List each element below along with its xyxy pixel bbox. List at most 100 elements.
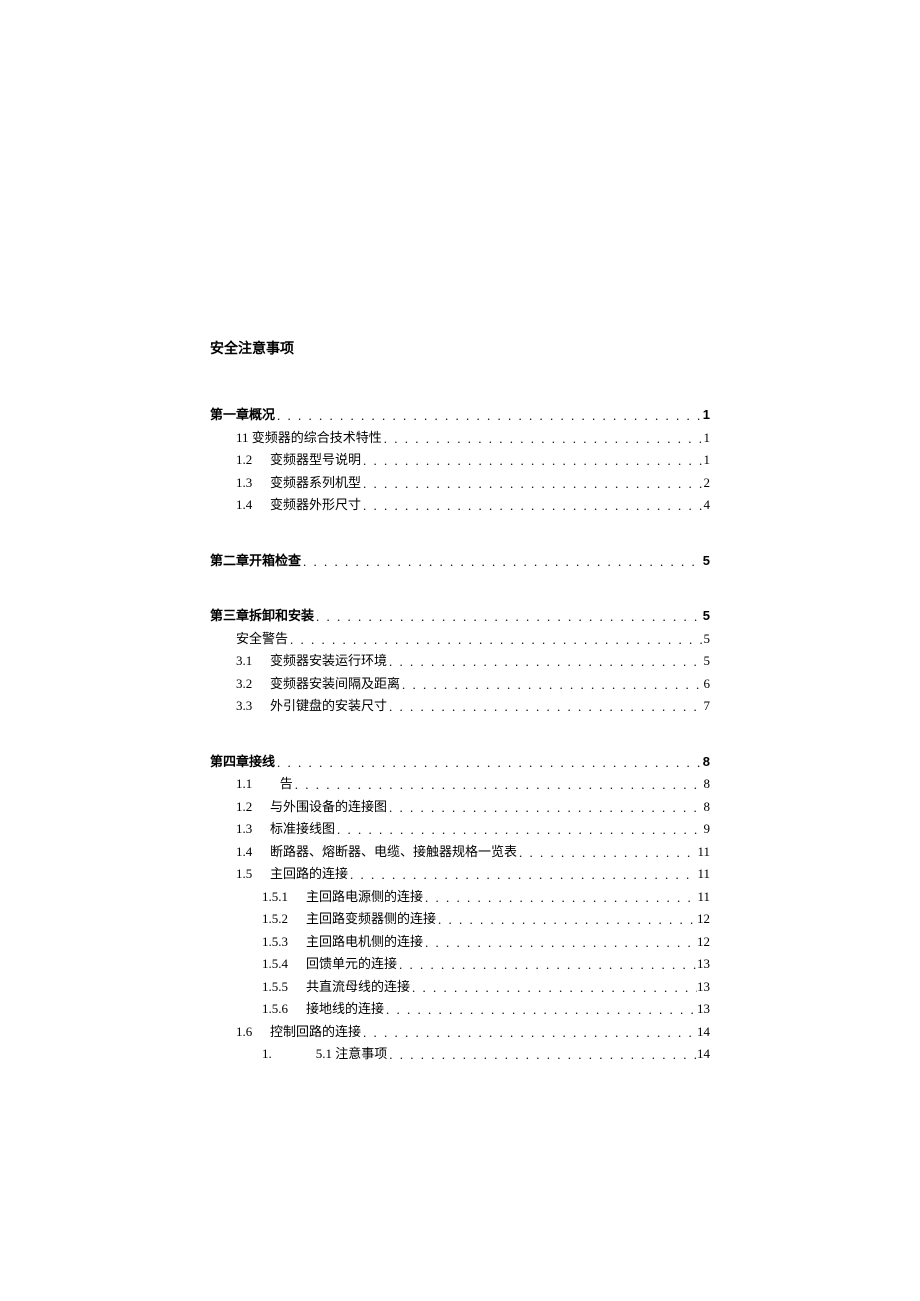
toc-entry-title: 主回路电源侧的连接 [306, 887, 423, 907]
toc-page-number: 8 [703, 752, 710, 772]
toc-page-number: 1 [704, 428, 711, 448]
toc-leader-dots [361, 1023, 697, 1043]
toc-entry: 安全警告 5 [210, 629, 710, 649]
toc-page-number: 11 [697, 842, 710, 862]
toc-entry: 1.5.2主回路变频器侧的连接 12 [210, 909, 710, 929]
toc-entry: 11 变频器的综合技术特性 1 [210, 428, 710, 448]
toc-entry: 1. 5.1 注意事项14 [210, 1044, 710, 1064]
toc-entry-title: 主回路电机侧的连接 [306, 932, 423, 952]
toc-entry-number: 1.5.2 [262, 909, 306, 929]
toc-entry: 3.2变频器安装间隔及距离 6 [210, 674, 710, 694]
toc-page: 安全注意事项 第一章概况111 变频器的综合技术特性11.2变频器型号说明11.… [0, 0, 920, 1300]
toc-entry-number: 1.2 [236, 450, 270, 470]
toc-page-number: 12 [697, 932, 710, 952]
toc-entry-gap [306, 1044, 316, 1064]
toc-entry-title: 变频器安装运行环境 [270, 651, 387, 671]
toc-page-number: 9 [704, 819, 711, 839]
toc-entry: 3.1变频器安装运行环境5 [210, 651, 710, 671]
toc-entry-title: 接地线的连接 [306, 999, 384, 1019]
toc-leader-dots [387, 1045, 697, 1065]
toc-leader-dots [436, 910, 697, 930]
toc-entry-title: 变频器型号说明 [270, 450, 361, 470]
toc-leader-dots [335, 820, 703, 840]
toc-entry: 1.5.4回馈单元的连接13 [210, 954, 710, 974]
toc-entry-title: 安全警告 [236, 629, 288, 649]
toc-entry-title: 变频器外形尺寸 [270, 495, 361, 515]
toc-chapter: 第二章开箱检查5 [210, 551, 710, 571]
toc-chapter: 第三章拆卸和安装5安全警告53.1变频器安装运行环境53.2变频器安装间隔及距离… [210, 606, 710, 716]
toc-entry-number: 1.2 [236, 797, 270, 817]
toc-entry: 1.2与外围设备的连接图 8 [210, 797, 710, 817]
toc-leader-dots [387, 798, 703, 818]
toc-entry-number: 1.3 [236, 819, 270, 839]
toc-leader-dots [384, 1000, 697, 1020]
toc-entry: 1.3变频器系列机型 2 [210, 473, 710, 493]
toc-entry: 1.5主回路的连接11 [210, 864, 710, 884]
toc-page-number: 8 [704, 797, 711, 817]
toc-leader-dots [361, 474, 703, 494]
toc-entry-number: 1.5.1 [262, 887, 306, 907]
toc-chapter-title: 第四章接线 [210, 752, 275, 772]
toc-page-number: 6 [704, 674, 711, 694]
toc-leader-dots [301, 552, 703, 572]
toc-page-number: 14 [697, 1022, 710, 1042]
toc-entry: 1.1 告8 [210, 774, 710, 794]
toc-entry-number: 1.1 [236, 774, 270, 794]
toc-entry-number: 1.5.3 [262, 932, 306, 952]
toc-chapter-title: 第三章拆卸和安装 [210, 606, 314, 626]
toc-leader-dots [288, 630, 703, 650]
toc-leader-dots [517, 843, 697, 863]
toc-entry-title: 回馈单元的连接 [306, 954, 397, 974]
toc-entry-gap [270, 774, 280, 794]
toc-entry-title: 共直流母线的连接 [306, 977, 410, 997]
toc-entry-title: 外引键盘的安装尺寸 [270, 696, 387, 716]
toc-page-number: 11 [697, 864, 710, 884]
toc-page-number: 5 [704, 629, 711, 649]
toc-page-number: 12 [697, 909, 710, 929]
toc-entry: 3.3外引键盘的安装尺寸 7 [210, 696, 710, 716]
toc-leader-dots [382, 429, 704, 449]
toc-entry-title: 标准接线图 [270, 819, 335, 839]
toc-leader-dots [348, 865, 697, 885]
toc-page-number: 7 [704, 696, 711, 716]
toc-entry-number: 1.4 [236, 842, 270, 862]
toc-page-number: 5 [703, 551, 710, 571]
toc-entry-title: 5.1 注意事项 [316, 1044, 388, 1064]
toc-leader-dots [423, 933, 697, 953]
table-of-contents: 第一章概况111 变频器的综合技术特性11.2变频器型号说明11.3变频器系列机… [210, 405, 710, 1064]
toc-entry-number: 1.3 [236, 473, 270, 493]
toc-entry-number: 3.3 [236, 696, 270, 716]
toc-leader-dots [361, 451, 703, 471]
toc-entry-title: 与外围设备的连接图 [270, 797, 387, 817]
toc-entry-number: 3.2 [236, 674, 270, 694]
toc-entry-title: 变频器系列机型 [270, 473, 361, 493]
toc-entry: 1.4断路器、熔断器、电缆、接触器规格一览表11 [210, 842, 710, 862]
toc-leader-dots [410, 978, 697, 998]
toc-entry-number: 1.5.6 [262, 999, 306, 1019]
toc-leader-dots [314, 607, 703, 627]
toc-chapter: 第四章接线81.1 告81.2与外围设备的连接图81.3标准接线图91.4断路器… [210, 752, 710, 1064]
toc-entry-title: 主回路变频器侧的连接 [306, 909, 436, 929]
toc-entry: 1.2变频器型号说明 1 [210, 450, 710, 470]
toc-page-number: 11 [697, 887, 710, 907]
toc-leader-dots [387, 652, 703, 672]
toc-page-number: 2 [704, 473, 711, 493]
toc-page-number: 4 [704, 495, 711, 515]
toc-entry-number: 1.4 [236, 495, 270, 515]
toc-entry-number: 1.5.4 [262, 954, 306, 974]
toc-leader-dots [293, 775, 704, 795]
toc-leader-dots [423, 888, 697, 908]
toc-entry-title: 11 变频器的综合技术特性 [236, 428, 382, 448]
toc-entry-title: 控制回路的连接 [270, 1022, 361, 1042]
toc-page-number: 1 [703, 405, 710, 425]
toc-page-number: 5 [704, 651, 711, 671]
toc-chapter-heading: 第三章拆卸和安装5 [210, 606, 710, 626]
toc-entry-title: 变频器安装间隔及距离 [270, 674, 400, 694]
safety-heading: 安全注意事项 [210, 338, 710, 359]
toc-page-number: 1 [704, 450, 711, 470]
toc-page-number: 13 [697, 977, 710, 997]
toc-entry-number: 1. [262, 1044, 306, 1064]
toc-entry: 1.6控制回路的连接14 [210, 1022, 710, 1042]
toc-leader-dots [361, 496, 703, 516]
toc-entry-number: 1.5 [236, 864, 270, 884]
